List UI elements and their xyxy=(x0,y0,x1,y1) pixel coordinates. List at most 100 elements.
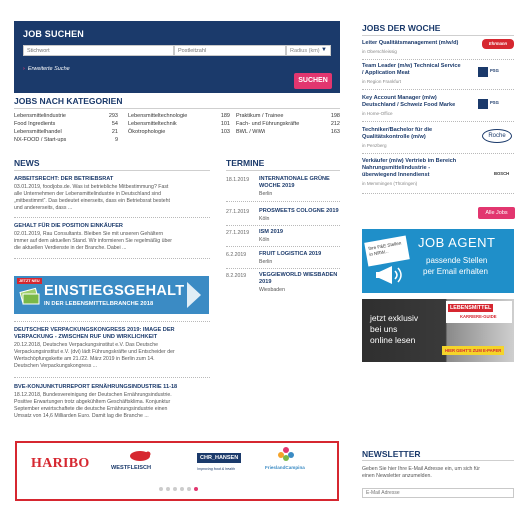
category-link[interactable]: Lebensmitteltechnologie xyxy=(128,113,187,119)
news-headline[interactable]: ARBEITSRECHT: DER BETRIEBSRAT xyxy=(14,176,113,183)
job-agent-banner[interactable]: Ihre F&E Stellen in NRW... JOB AGENT pas… xyxy=(362,229,514,293)
chevron-right-icon: › xyxy=(23,66,25,72)
divider xyxy=(362,153,514,154)
news-text: immer auf dem aktuellen Stand. Wir infor… xyxy=(14,238,172,244)
event-city: Köln xyxy=(259,216,270,222)
job-title-line2[interactable]: Qualitätskontrolle (m/w) xyxy=(362,134,426,141)
logo-friesland[interactable]: FrieslandCampina xyxy=(265,465,305,470)
job-location: in Region Frankfurt xyxy=(362,79,402,84)
magazine-text: online lesen xyxy=(370,335,416,345)
event-title-line2[interactable]: WOCHE 2019 xyxy=(259,183,294,190)
carousel-dot[interactable] xyxy=(180,487,184,491)
radius-select[interactable]: Radius (km) ▼ xyxy=(286,45,331,56)
divider xyxy=(226,268,340,269)
job-title[interactable]: Verkäufer (m/w) Vertrieb im Bereich xyxy=(362,158,456,165)
job-location: in Home-Office xyxy=(362,111,393,116)
logo-chr-hansen[interactable]: CHR_HANSEN xyxy=(197,453,242,463)
newsletter-email-input[interactable] xyxy=(362,488,514,498)
category-count: 293 xyxy=(108,113,118,119)
divider xyxy=(14,258,210,259)
event-city: Berlin xyxy=(259,259,273,265)
news-text: Deutschen Verpackungskongress ... xyxy=(14,363,98,369)
news-text: Verpackungsinstitut e.V. (dvi) lädt Führ… xyxy=(14,349,175,355)
career-guide-banner[interactable]: LEBENSMITTEL KARRIERE-GUIDE jetzt exklus… xyxy=(362,299,514,362)
search-button[interactable]: SUCHEN xyxy=(294,73,332,89)
magazine-brand-sub: KARRIERE-GUIDE xyxy=(460,314,497,319)
category-link[interactable]: Lebensmittelhandel xyxy=(14,129,62,135)
news-headline-line2[interactable]: VERPACKUNG - ZWISCHEN RUF UND WIRKLICHKE… xyxy=(14,334,157,341)
divider xyxy=(226,201,340,202)
job-title[interactable]: Leiter Qualitätsmanagement (m/w/d) xyxy=(362,40,458,47)
event-title[interactable]: FRUIT LOGISTICA 2019 xyxy=(259,251,321,258)
job-title-line2[interactable]: Nahrungsmittelindustrie - xyxy=(362,165,430,172)
category-link[interactable]: Lebensmittelindustrie xyxy=(14,113,66,119)
category-link[interactable]: Lebensmitteltechnik xyxy=(128,121,177,127)
logo-westfleisch[interactable]: WESTFLEISCH xyxy=(111,465,151,471)
category-count: 198 xyxy=(330,113,340,119)
category-count: 163 xyxy=(330,129,340,135)
company-logo-bosch: BOSCH xyxy=(494,171,510,176)
job-title[interactable]: Key Account Manager (m/w) xyxy=(362,95,437,102)
job-title[interactable]: Team Leader (m/w) Technical Service xyxy=(362,63,461,70)
job-title[interactable]: Techniker/Bachelor für die xyxy=(362,127,432,134)
company-logo-psg-text: PSG xyxy=(490,68,499,73)
events-title: TERMINE xyxy=(226,158,265,168)
news-headline[interactable]: BVE-KONJUNKTURREPORT ERNÄHRUNGSINDUSTRIE… xyxy=(14,384,177,391)
job-title-line2[interactable]: Deutschland / Schweiz Food Marke xyxy=(362,102,455,109)
company-logo-roche: Roche xyxy=(482,129,512,143)
extended-search-link[interactable]: › Erweiterte Suche xyxy=(23,66,70,72)
logo-chr-hansen-tagline: Improving food & health xyxy=(197,467,235,471)
event-title[interactable]: INTERNATIONALE GRÜNE xyxy=(259,176,330,183)
event-title[interactable]: ISM 2019 xyxy=(259,229,283,236)
category-link[interactable]: BWL / WiWi xyxy=(236,129,265,135)
category-link[interactable]: Ökotrophologie xyxy=(128,129,165,135)
partner-logos-carousel: HARIBO WESTFLEISCH CHR_HANSEN Improving … xyxy=(15,441,339,501)
category-count: 21 xyxy=(111,129,118,135)
event-title-line2[interactable]: 2019 xyxy=(259,279,271,286)
divider xyxy=(14,217,210,218)
company-logo-psg-text: PSG xyxy=(490,100,499,105)
job-location: in Memmingen (Thüringen) xyxy=(362,181,418,186)
carousel-dot[interactable] xyxy=(166,487,170,491)
category-link[interactable]: Praktikum / Trainee xyxy=(236,113,283,119)
money-icon xyxy=(19,287,40,305)
keyword-input[interactable] xyxy=(23,45,174,56)
news-headline[interactable]: GEHALT FÜR DIE POSITION EINKÄUFER xyxy=(14,223,123,230)
flower-icon xyxy=(278,447,294,461)
salary-banner[interactable]: JETZT NEU EINSTIEGSGEHALT IN DER LEBENSM… xyxy=(14,276,209,314)
carousel-dot[interactable] xyxy=(187,487,191,491)
event-title[interactable]: VEGGIEWORLD WIESBADEN xyxy=(259,272,337,279)
banner-subtitle: IN DER LEBENSMITTELBRANCHE 2018 xyxy=(44,301,154,307)
logo-haribo[interactable]: HARIBO xyxy=(31,456,90,472)
magazine-cta: HIER GEHT'S ZUM E-PAPER xyxy=(442,346,505,355)
event-title[interactable]: PROSWEETS COLOGNE 2019 xyxy=(259,208,339,215)
company-logo-ehrmann: Ehrmann xyxy=(482,39,514,49)
event-city: Köln xyxy=(259,237,270,243)
category-count: 103 xyxy=(220,129,230,135)
news-title: NEWS xyxy=(14,158,40,168)
company-logo-psg xyxy=(478,99,488,109)
category-count: 101 xyxy=(220,121,230,127)
news-text: 02.01.2019, Rau Consultants. Bleiben Sie… xyxy=(14,231,164,237)
category-link[interactable]: Food Ingredients xyxy=(14,121,55,127)
divider xyxy=(14,170,210,171)
divider xyxy=(362,35,514,36)
chevron-down-icon: ▼ xyxy=(321,47,327,53)
divider xyxy=(226,246,340,247)
news-headline[interactable]: DEUTSCHER VERPACKUNGSKONGRESS 2019: IMAG… xyxy=(14,327,175,334)
news-text: September erwirtschaftete die deutsche E… xyxy=(14,406,168,412)
divider xyxy=(362,193,514,194)
category-link[interactable]: NX-FOOD / Start-ups xyxy=(14,137,66,143)
divider xyxy=(226,225,340,226)
carousel-dot[interactable] xyxy=(159,487,163,491)
postcode-input[interactable] xyxy=(174,45,286,56)
job-title-line2[interactable]: / Application Meat xyxy=(362,70,410,77)
event-city: Wiesbaden xyxy=(259,287,285,293)
all-jobs-button[interactable]: Alle Jobs xyxy=(478,207,515,219)
carousel-dot-active[interactable] xyxy=(194,487,198,491)
category-link[interactable]: Fach- und Führungskräfte xyxy=(236,121,299,127)
job-title-line3[interactable]: überwiegend Innendienst xyxy=(362,172,429,179)
newsletter-title: NEWSLETTER xyxy=(362,449,421,459)
news-text: Umsatz von 14,6 Milliarden Euro. Damit l… xyxy=(14,413,149,419)
carousel-dot[interactable] xyxy=(173,487,177,491)
